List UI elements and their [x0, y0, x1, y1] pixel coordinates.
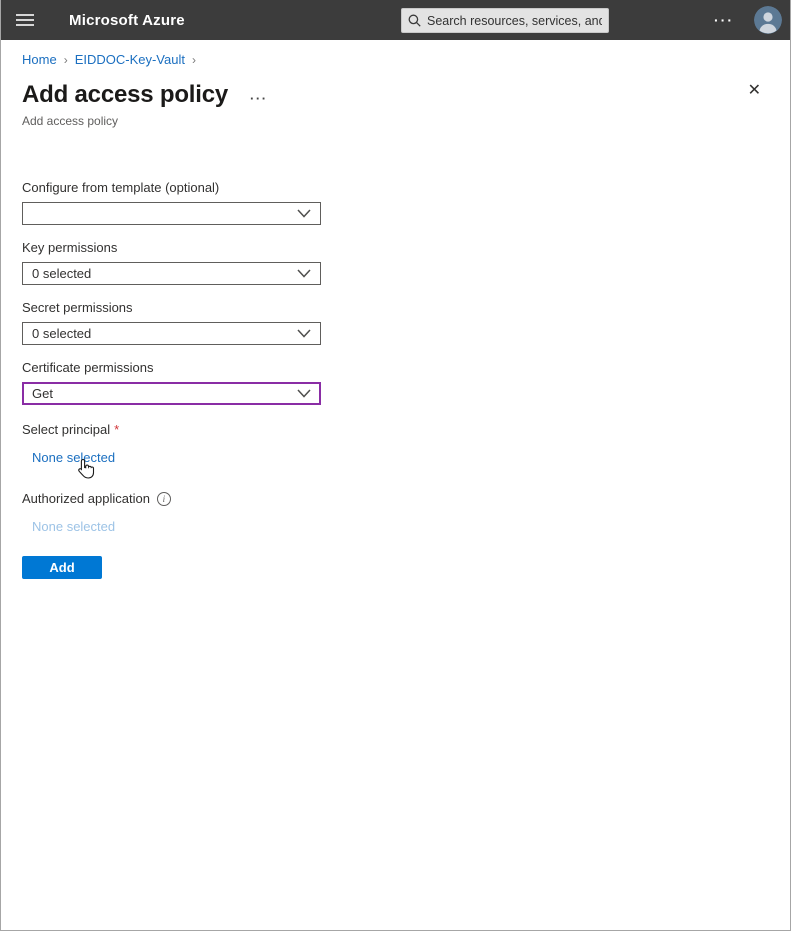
key-permissions-select[interactable]: 0 selected: [22, 262, 321, 285]
authorized-application-label: Authorized application: [22, 491, 150, 506]
page-title: Add access policy: [22, 81, 228, 109]
select-value: Get: [32, 386, 297, 401]
title-more-icon[interactable]: ···: [250, 91, 268, 106]
authorized-application-none-selected: None selected: [32, 519, 769, 534]
topbar-right-group: ···: [708, 6, 790, 34]
search-icon: [408, 14, 421, 27]
add-button[interactable]: Add: [22, 556, 102, 579]
topbar-more-icon[interactable]: ···: [708, 8, 740, 32]
certificate-permissions-select[interactable]: Get: [22, 382, 321, 405]
authorized-application-block: Authorized application i None selected: [22, 491, 769, 534]
breadcrumb-separator: ›: [64, 53, 68, 67]
global-search-box[interactable]: [401, 8, 609, 33]
breadcrumb-keyvault-link[interactable]: EIDDOC-Key-Vault: [75, 52, 185, 67]
azure-brand-title: Microsoft Azure: [69, 12, 185, 29]
chevron-down-icon: [297, 209, 311, 218]
chevron-down-icon: [297, 389, 311, 398]
info-icon[interactable]: i: [157, 492, 171, 506]
secret-permissions-label: Secret permissions: [22, 300, 769, 315]
title-row: Add access policy ··· ✕: [22, 81, 769, 109]
breadcrumb: Home › EIDDOC-Key-Vault ›: [22, 52, 769, 68]
key-permissions-label: Key permissions: [22, 240, 769, 255]
user-avatar[interactable]: [754, 6, 782, 34]
certificate-permissions-label: Certificate permissions: [22, 360, 769, 375]
chevron-down-icon: [297, 269, 311, 278]
select-principal-link[interactable]: None selected: [32, 450, 115, 465]
select-principal-label: Select principal*: [22, 422, 769, 437]
main-content: Home › EIDDOC-Key-Vault › Add access policy…: [1, 40, 790, 579]
required-asterisk: *: [114, 422, 119, 437]
select-principal-block: Select principal* None selected: [22, 422, 769, 467]
field-certificate-permissions: Certificate permissions Get: [22, 360, 769, 405]
field-configure-template: Configure from template (optional): [22, 180, 769, 225]
secret-permissions-select[interactable]: 0 selected: [22, 322, 321, 345]
global-search-input[interactable]: [427, 14, 602, 28]
close-icon[interactable]: ✕: [748, 81, 761, 101]
hamburger-menu-icon[interactable]: [1, 0, 49, 40]
person-icon: [754, 6, 782, 34]
add-access-policy-form: Configure from template (optional) Key p…: [22, 180, 769, 579]
breadcrumb-home-link[interactable]: Home: [22, 52, 57, 67]
select-value: 0 selected: [32, 266, 297, 281]
chevron-down-icon: [297, 329, 311, 338]
configure-template-label: Configure from template (optional): [22, 180, 769, 195]
field-key-permissions: Key permissions 0 selected: [22, 240, 769, 285]
select-value: 0 selected: [32, 326, 297, 341]
page-subtitle: Add access policy: [22, 114, 769, 128]
breadcrumb-separator: ›: [192, 53, 196, 67]
top-bar: Microsoft Azure ···: [1, 0, 790, 40]
field-secret-permissions: Secret permissions 0 selected: [22, 300, 769, 345]
configure-template-select[interactable]: [22, 202, 321, 225]
